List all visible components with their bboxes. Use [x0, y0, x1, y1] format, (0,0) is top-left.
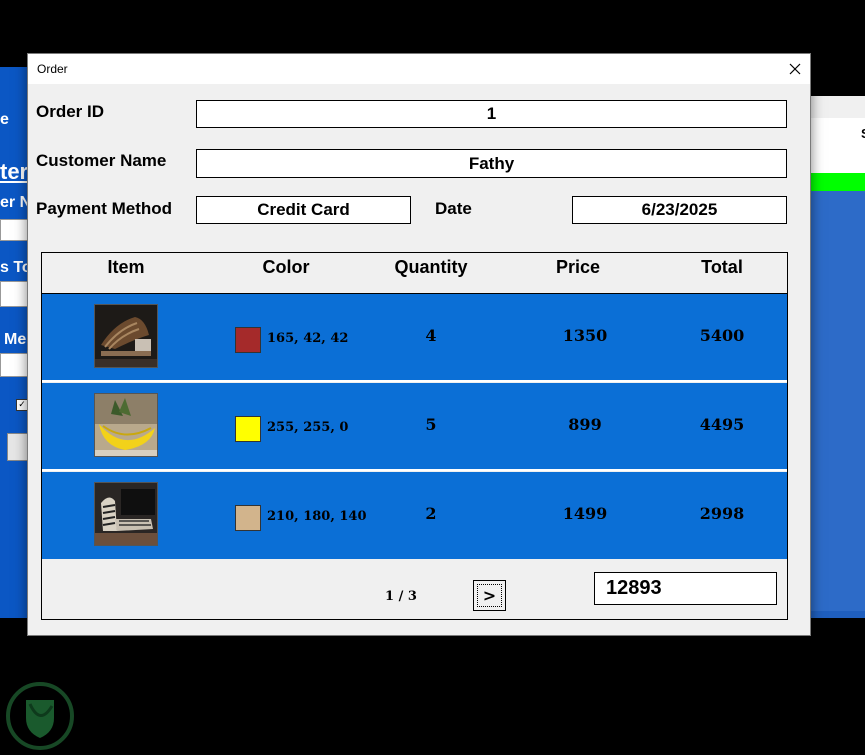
quantity-value: 4 — [425, 326, 437, 345]
bg-text-fragment: e — [0, 111, 9, 128]
date-field[interactable]: 6/23/2025 — [572, 196, 787, 224]
table-row[interactable]: 255, 255, 0 5 899 4495 — [42, 383, 787, 469]
window-title: Order — [37, 62, 68, 76]
total-value: 2998 — [699, 504, 745, 523]
order-id-field[interactable]: 1 — [196, 100, 787, 128]
column-header-quantity: Quantity — [394, 257, 468, 277]
column-header-color: Color — [262, 257, 310, 277]
column-header-item: Item — [107, 257, 145, 277]
bg-text-fragment: ter — [0, 159, 29, 184]
date-label: Date — [435, 199, 472, 218]
background-progress-bar — [811, 173, 865, 191]
total-value: 4495 — [699, 415, 745, 434]
table-row[interactable]: 165, 42, 42 4 1350 5400 — [42, 294, 787, 380]
color-rgb-value: 255, 255, 0 — [267, 420, 349, 435]
order-items-table: Item Color Quantity Price Total 165, 42,… — [41, 252, 788, 620]
order-id-label: Order ID — [36, 102, 105, 121]
grand-total-field[interactable]: 12893 — [594, 572, 777, 605]
column-header-price: Price — [555, 257, 601, 277]
background-panel — [811, 191, 865, 611]
price-value: 1499 — [562, 504, 608, 523]
next-page-label: > — [477, 584, 502, 607]
next-page-button[interactable]: > — [473, 580, 506, 611]
color-rgb-value: 210, 180, 140 — [267, 509, 367, 524]
bg-text-fragment: Me — [4, 331, 27, 348]
payment-method-field[interactable]: Credit Card — [196, 196, 411, 224]
close-icon — [789, 63, 801, 75]
customer-name-field[interactable]: Fathy — [196, 149, 787, 178]
payment-method-label: Payment Method — [36, 199, 173, 218]
page-indicator: 1 / 3 — [385, 589, 417, 604]
watermark-logo — [0, 676, 80, 751]
customer-name-label: Customer Name — [36, 151, 167, 170]
color-swatch — [235, 505, 261, 531]
column-header-total: Total — [701, 257, 743, 277]
item-thumbnail — [94, 393, 158, 457]
color-swatch — [235, 416, 261, 442]
row-divider — [42, 469, 787, 471]
quantity-value: 2 — [425, 504, 437, 523]
price-value: 899 — [568, 415, 602, 434]
quantity-value: 5 — [425, 415, 437, 434]
item-thumbnail — [94, 304, 158, 368]
title-bar: Order — [28, 54, 810, 84]
row-divider — [42, 380, 787, 382]
table-row[interactable]: 210, 180, 140 2 1499 2998 — [42, 472, 787, 559]
color-swatch — [235, 327, 261, 353]
color-rgb-value: 165, 42, 42 — [267, 331, 349, 346]
background-panel: S — [811, 118, 865, 173]
bg-text-fragment: S — [861, 126, 865, 141]
item-thumbnail — [94, 482, 158, 546]
price-value: 1350 — [562, 326, 608, 345]
close-button[interactable] — [780, 54, 810, 84]
order-dialog: Order Order ID 1 Customer Name Fathy Pay… — [27, 53, 811, 636]
total-value: 5400 — [699, 326, 745, 345]
